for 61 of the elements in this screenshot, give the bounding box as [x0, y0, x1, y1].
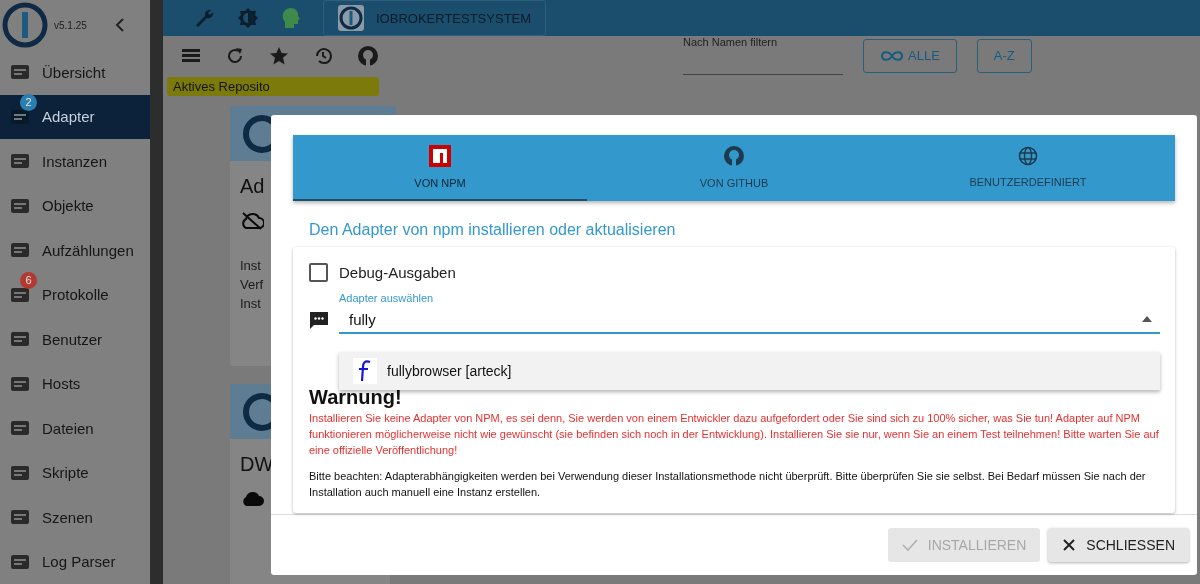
menu-item-icon [10, 196, 30, 215]
version-label: v5.1.25 [54, 19, 87, 31]
nav-item[interactable]: Übersicht [0, 50, 150, 95]
dialog-heading: Den Adapter von npm installieren oder aktualisieren [309, 221, 677, 239]
close-icon [1062, 538, 1077, 552]
nav-item[interactable]: Dateien [0, 406, 150, 451]
tab[interactable]: BENUTZERDEFINIERT [881, 135, 1175, 201]
menu-item-icon [10, 463, 30, 482]
nav-item[interactable]: 2 Adapter [0, 94, 150, 139]
filter-field[interactable]: Nach Namen filtern [683, 36, 843, 75]
star-icon[interactable] [269, 45, 289, 66]
chat-icon [309, 310, 329, 330]
logo-icon [338, 5, 364, 31]
checkbox-label: Debug-Ausgaben [339, 264, 456, 281]
github-icon[interactable] [357, 44, 379, 67]
menu-item-icon [10, 508, 30, 527]
nav-item[interactable]: Szenen [0, 495, 150, 540]
nav-item[interactable]: 6 Protokolle [0, 272, 150, 317]
repository-tag: Aktives Reposito [167, 77, 379, 96]
menu-item-icon [10, 107, 30, 126]
history-icon[interactable] [313, 45, 333, 66]
nav-item[interactable]: Skripte [0, 450, 150, 495]
nav-item[interactable]: Log Parser [0, 539, 150, 584]
count-badge: 2 [20, 93, 37, 111]
refresh-icon[interactable] [225, 45, 245, 66]
nav-item[interactable]: Instanzen [0, 139, 150, 184]
card-text: Verf [240, 277, 264, 292]
menu-item-icon [10, 285, 30, 304]
menu-item-icon [10, 374, 30, 393]
close-button[interactable]: SCHLIESSEN [1048, 528, 1189, 562]
github-icon [723, 145, 745, 167]
nav-item[interactable]: Benutzer [0, 317, 150, 362]
adapter-select[interactable]: Adapter auswählen fully [339, 292, 1160, 334]
card-text: Inst [240, 296, 262, 311]
menu-item-icon [10, 552, 30, 571]
nav-item[interactable]: Aufzählungen [0, 228, 150, 273]
globe-icon [1018, 146, 1038, 166]
head-icon[interactable] [281, 6, 301, 30]
menu-item-icon [10, 419, 30, 438]
infinity-icon [880, 49, 904, 62]
nav-item[interactable]: Hosts [0, 361, 150, 406]
check-icon [901, 538, 918, 552]
adapter-logo-icon [353, 358, 377, 384]
checkbox[interactable] [309, 263, 328, 282]
card-text: Inst [240, 258, 262, 273]
npm-icon [429, 145, 451, 167]
tab[interactable]: VON GITHUB [587, 135, 881, 201]
note-text: Bitte beachten: Adapterabhängigkeiten werden bei Verwendung dieser Installationsmethode nicht überprüft. Bitte überprüfen Sie sie selbst. Bei Bedarf müssen Sie nach der Installation auch manuell eine Instanz erstellen. [309, 468, 1147, 500]
card-title: Ad [240, 175, 265, 198]
collapse-icon[interactable] [114, 18, 125, 32]
menu-item-icon [10, 330, 30, 349]
list-icon[interactable] [181, 46, 201, 65]
dropdown-option[interactable]: fullybrowser [arteck] [339, 352, 1160, 390]
menu-item-icon [10, 152, 30, 171]
menu-item-icon [10, 63, 30, 82]
count-badge: 6 [20, 271, 37, 289]
warning-text: Installieren Sie keine Adapter von NPM, es sei denn, Sie werden von einem Entwickler dazu aufgefordert oder Sie sind sich zu 100% sicher, was Sie tun! Adapter auf NPM funktionieren möglicherweise nicht wie gewünscht (sie befinden sich noch in der Entwicklung). Installieren Sie sie nur, wenn Sie an einem Test teilnehmen! Bitte warten Sie auf eine offizielle Veröffentlichung! [309, 411, 1159, 458]
tab[interactable]: VON NPM [293, 135, 587, 201]
nav-item[interactable]: Objekte [0, 183, 150, 228]
logo-icon [2, 2, 48, 48]
menu-item-icon [10, 241, 30, 260]
